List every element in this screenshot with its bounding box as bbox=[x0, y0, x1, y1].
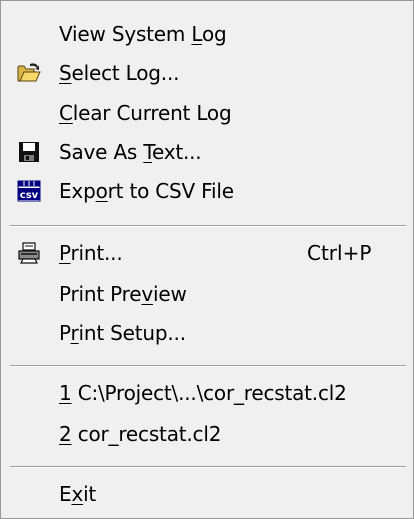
menu-item-label: Print Setup... bbox=[59, 321, 186, 345]
menu-item-label: 1 C:\Project\...\cor_recstat.cl2 bbox=[59, 381, 347, 405]
menu-item-label: Select Log... bbox=[59, 61, 180, 85]
menu-item-label: Save As Text... bbox=[59, 140, 202, 164]
floppy-disk-icon bbox=[17, 141, 41, 163]
menu-item-exit[interactable]: Exit bbox=[3, 475, 409, 513]
menu-item-label: Clear Current Log bbox=[59, 101, 232, 125]
menu-item-view-system-log[interactable]: View System Log bbox=[3, 15, 409, 53]
menu-item-recent-file-2[interactable]: 2 cor_recstat.cl2 bbox=[3, 415, 409, 453]
menu-item-label: Exit bbox=[59, 482, 97, 506]
menu-item-label: 2 cor_recstat.cl2 bbox=[59, 422, 222, 446]
menu-item-save-as-text[interactable]: Save As Text... bbox=[3, 133, 409, 171]
menu-item-print[interactable]: Print... Ctrl+P bbox=[3, 234, 409, 272]
menu-item-print-setup[interactable]: Print Setup... bbox=[3, 314, 409, 352]
csv-icon-text: csv bbox=[20, 190, 39, 201]
menu-item-recent-file-1[interactable]: 1 C:\Project\...\cor_recstat.cl2 bbox=[3, 374, 409, 412]
print-shortcut: Ctrl+P bbox=[307, 241, 372, 265]
menu-separator bbox=[10, 466, 406, 468]
open-folder-icon bbox=[17, 62, 41, 84]
menu-item-label: View System Log bbox=[59, 22, 227, 46]
menu-item-print-preview[interactable]: Print Preview bbox=[3, 275, 409, 313]
file-menu: View System Log Select Log... Clear Curr… bbox=[0, 0, 414, 519]
menu-item-label: Export to CSV File bbox=[59, 179, 234, 203]
menu-item-export-csv[interactable]: csv Export to CSV File bbox=[3, 172, 409, 210]
menu-item-select-log[interactable]: Select Log... bbox=[3, 54, 409, 92]
printer-icon bbox=[17, 242, 41, 264]
menu-separator bbox=[10, 365, 406, 367]
menu-separator bbox=[10, 225, 406, 227]
csv-file-icon: csv bbox=[17, 180, 41, 202]
menu-item-label: Print... bbox=[59, 241, 123, 265]
menu-item-label: Print Preview bbox=[59, 282, 187, 306]
menu-item-clear-current-log[interactable]: Clear Current Log bbox=[3, 94, 409, 132]
